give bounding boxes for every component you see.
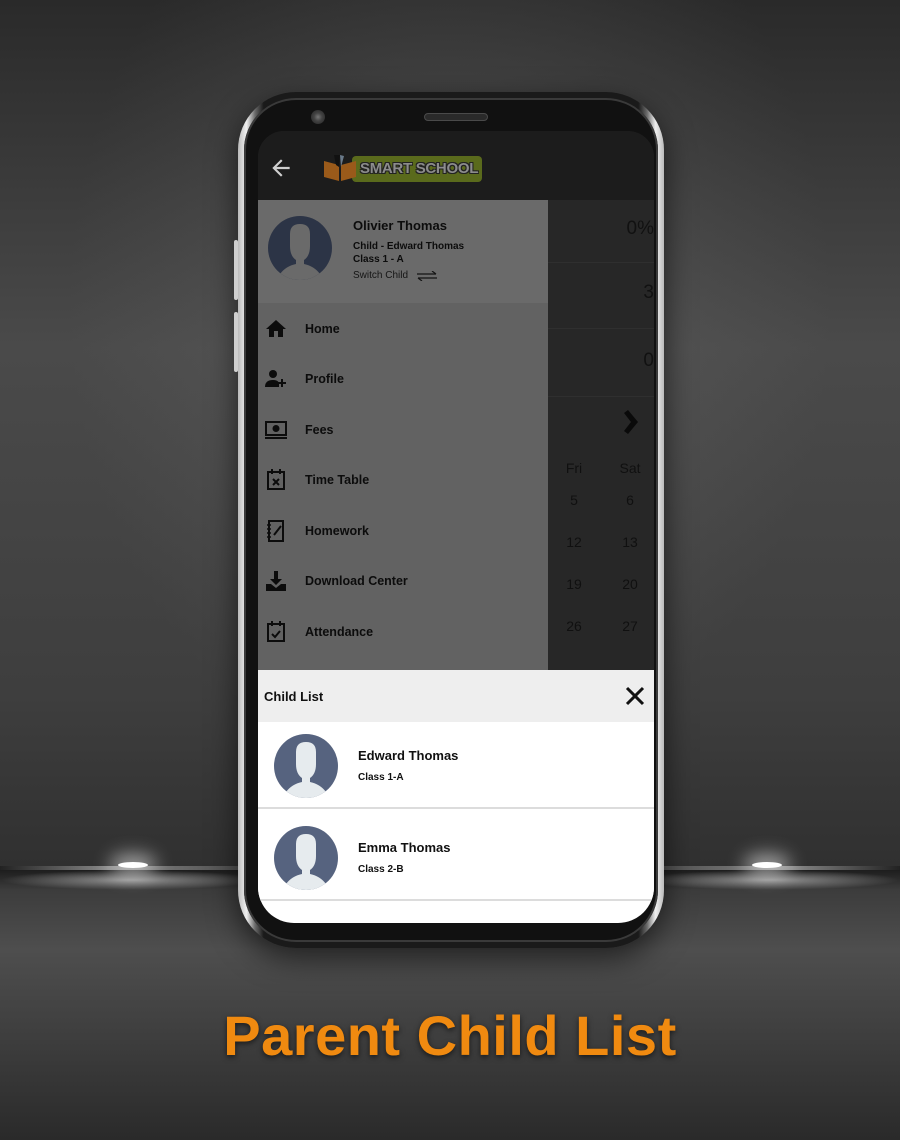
child-avatar	[274, 826, 338, 890]
calendar-x-icon	[267, 469, 285, 490]
notebook-icon	[267, 520, 284, 542]
child-name: Edward Thomas	[358, 748, 459, 763]
logo-text: SMART SCHOOL	[360, 160, 479, 177]
calendar-check-icon	[267, 621, 285, 642]
promo-caption: Parent Child List	[223, 1004, 677, 1067]
smart-school-logo: SMART SCHOOL	[322, 153, 482, 183]
child-list-item[interactable]: Emma Thomas Class 2-B	[258, 814, 654, 901]
book-icon	[324, 155, 356, 181]
menu-item-label: Homework	[305, 524, 369, 538]
volume-down-button	[234, 312, 238, 372]
spotlight-glow-left	[0, 870, 260, 890]
calendar-date[interactable]: 26	[554, 618, 594, 634]
child-list-header: Child List	[258, 670, 654, 722]
chevron-right-icon[interactable]	[620, 410, 640, 441]
navigation-drawer: Olivier Thomas Child - Edward Thomas Cla…	[258, 200, 548, 670]
dashboard-background: 0% 3 0 Fri Sat 5 6 12 13 19 20 26 27	[548, 200, 654, 670]
calendar-date[interactable]: 13	[610, 534, 650, 550]
child-list-title: Child List	[264, 689, 324, 704]
home-icon	[266, 320, 286, 337]
download-icon	[266, 571, 286, 591]
child-class: Class 2-B	[358, 864, 404, 875]
user-silhouette-icon	[286, 742, 326, 798]
phone-bezel: SMART SCHOOL 0% 3 0 Fri Sat 5 6 12 13 19…	[244, 98, 658, 942]
parent-avatar	[268, 216, 332, 280]
menu-item-time-table[interactable]: Time Table	[258, 458, 548, 502]
child-avatar	[274, 734, 338, 798]
drawer-header: Olivier Thomas Child - Edward Thomas Cla…	[258, 200, 548, 303]
close-button[interactable]	[624, 685, 646, 707]
menu-item-label: Attendance	[305, 625, 374, 639]
child-name: Emma Thomas	[358, 840, 451, 855]
calendar-date[interactable]: 6	[610, 492, 650, 508]
calendar-date[interactable]: 27	[610, 618, 650, 634]
logo-badge: SMART SCHOOL	[352, 156, 482, 182]
close-icon	[625, 686, 645, 706]
spotlight-left	[118, 862, 148, 868]
menu-item-attendance[interactable]: Attendance	[258, 610, 548, 654]
divider	[548, 328, 654, 329]
child-list-sheet: Child List Edward Thomas Class 1-A Emma …	[258, 670, 654, 923]
user-silhouette-icon	[286, 834, 326, 890]
menu-item-label: Time Table	[305, 473, 370, 487]
menu-item-label: Home	[305, 322, 340, 336]
calendar-day-header: Sat	[619, 460, 641, 476]
calendar-date[interactable]: 5	[554, 492, 594, 508]
back-button[interactable]	[268, 155, 294, 181]
stat-value: 0%	[626, 218, 654, 239]
phone-screen: SMART SCHOOL 0% 3 0 Fri Sat 5 6 12 13 19…	[258, 131, 654, 923]
menu-item-label: Fees	[305, 423, 334, 437]
calendar-day-header: Fri	[565, 460, 583, 476]
menu-item-home[interactable]: Home	[258, 307, 548, 351]
current-child: Child - Edward Thomas	[353, 241, 465, 252]
volume-up-button	[234, 240, 238, 300]
menu-item-label: Download Center	[305, 574, 408, 588]
child-class: Class 1-A	[358, 772, 404, 783]
calendar-date[interactable]: 12	[554, 534, 594, 550]
stat-value: 3	[643, 282, 654, 303]
add-user-icon	[265, 370, 286, 387]
front-camera	[311, 110, 325, 124]
user-silhouette-icon	[280, 224, 320, 280]
switch-child-label: Switch Child	[353, 270, 409, 281]
spotlight-glow-right	[640, 870, 900, 890]
phone-frame: SMART SCHOOL 0% 3 0 Fri Sat 5 6 12 13 19…	[234, 92, 664, 948]
parent-name: Olivier Thomas	[353, 218, 447, 233]
spotlight-right	[752, 862, 782, 868]
swap-arrows-icon	[417, 270, 438, 281]
menu-item-profile[interactable]: Profile	[258, 357, 548, 401]
child-list-item[interactable]: Edward Thomas Class 1-A	[258, 722, 654, 809]
app-bar: SMART SCHOOL	[258, 131, 654, 200]
arrow-left-icon	[272, 159, 290, 177]
calendar-date[interactable]: 19	[554, 576, 594, 592]
switch-child-button[interactable]: Switch Child	[353, 270, 438, 281]
stat-value: 0	[643, 350, 654, 371]
fees-icon	[265, 421, 287, 439]
divider	[548, 262, 654, 263]
menu-item-download-center[interactable]: Download Center	[258, 559, 548, 603]
menu-item-fees[interactable]: Fees	[258, 408, 548, 452]
menu-item-homework[interactable]: Homework	[258, 509, 548, 553]
divider	[548, 396, 654, 397]
earpiece-speaker	[424, 113, 488, 121]
menu-item-label: Profile	[305, 372, 344, 386]
current-class: Class 1 - A	[353, 254, 404, 265]
calendar-date[interactable]: 20	[610, 576, 650, 592]
